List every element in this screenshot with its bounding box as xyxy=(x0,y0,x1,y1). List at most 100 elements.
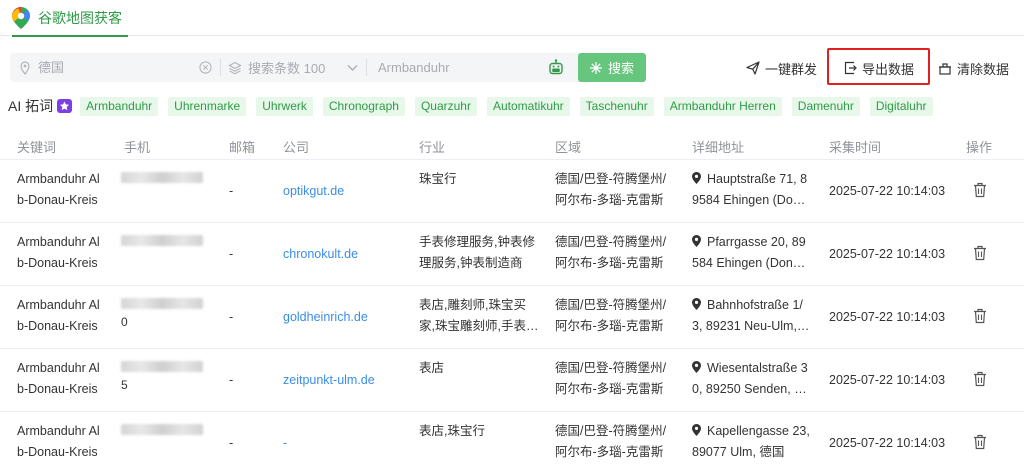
ai-tag[interactable]: Digitaluhr xyxy=(869,96,933,116)
location-pin-icon xyxy=(692,298,701,310)
header-actions: 操作 xyxy=(966,140,993,155)
keyword-line1: Armbanduhr Al xyxy=(17,298,100,312)
delete-trash-icon[interactable] xyxy=(973,308,987,324)
delete-trash-icon[interactable] xyxy=(973,371,987,387)
phone-visible-digit: 0 xyxy=(121,315,128,329)
keyword-line1: Armbanduhr Al xyxy=(17,424,100,438)
address-line2: 584 Ehingen (Donau) xyxy=(692,256,810,270)
send-icon xyxy=(746,61,760,75)
industry-line1: 珠宝行 xyxy=(419,172,457,186)
keyword-line2: b-Donau-Kreis xyxy=(17,382,98,396)
cell-industry: 手表修理服务,钟表修 理服务,钟表制造商 xyxy=(419,232,539,274)
cell-email: - xyxy=(229,184,234,198)
keyword-line1: Armbanduhr Al xyxy=(17,235,100,249)
ai-keyword-label: AI 拓词 xyxy=(8,98,54,114)
ai-robot-icon[interactable] xyxy=(548,59,564,76)
ai-tag[interactable]: Uhrwerk xyxy=(256,96,313,116)
header-keyword: 关键词 xyxy=(17,140,57,155)
keyword-field[interactable] xyxy=(366,53,576,82)
industry-line1: 表店,珠宝行 xyxy=(419,424,485,438)
keyword-input[interactable] xyxy=(378,60,528,75)
location-pin-icon xyxy=(692,361,701,373)
ai-tag[interactable]: Uhrenmarke xyxy=(168,96,247,116)
cell-email: - xyxy=(229,310,234,324)
region-line1: 德国/巴登-符腾堡州/ xyxy=(555,172,667,186)
delete-trash-icon[interactable] xyxy=(973,245,987,261)
phone-redacted-blur xyxy=(121,235,203,246)
cell-collect-time: 2025-07-22 10:14:03 xyxy=(829,436,946,450)
header-region: 区域 xyxy=(555,140,582,155)
ai-tag[interactable]: Damenuhr xyxy=(791,96,860,116)
delete-trash-icon[interactable] xyxy=(973,182,987,198)
search-button[interactable]: 搜索 xyxy=(578,53,646,82)
cell-address[interactable]: Hauptstraße 71, 8 9584 Ehingen (Donau) xyxy=(692,169,810,211)
clear-icon[interactable] xyxy=(199,61,212,74)
company-link[interactable]: goldheinrich.de xyxy=(283,307,368,328)
country-select[interactable] xyxy=(10,53,220,82)
cell-collect-time: 2025-07-22 10:14:03 xyxy=(829,373,946,387)
cell-address[interactable]: Bahnhofstraße 1/ 3, 89231 Neu-Ulm, 德国 xyxy=(692,295,810,337)
table-row: Armbanduhr Al b-Donau-Kreis - - 表店,珠宝行 德… xyxy=(0,412,1024,474)
export-data-label: 导出数据 xyxy=(862,61,915,77)
company-link[interactable]: - xyxy=(283,433,287,454)
cell-keyword: Armbanduhr Al b-Donau-Kreis xyxy=(17,421,112,463)
cell-phone xyxy=(121,424,211,441)
header-industry: 行业 xyxy=(419,140,446,155)
ai-tag[interactable]: Automatikuhr xyxy=(486,96,570,116)
app-tab-title: 谷歌地图获客 xyxy=(38,10,122,26)
cell-region: 德国/巴登-符腾堡州/ 阿尔布-多瑙-克雷斯 xyxy=(555,295,680,337)
address-line1: Kapellengasse 23, xyxy=(707,424,810,438)
cell-phone: 5 xyxy=(121,361,211,392)
table-row: Armbanduhr Al b-Donau-Kreis 0 - goldhein… xyxy=(0,286,1024,349)
company-link[interactable]: chronokult.de xyxy=(283,244,358,265)
clear-data-button[interactable]: 清除数据 xyxy=(938,58,1009,78)
mass-send-label: 一键群发 xyxy=(765,61,818,77)
ai-tag[interactable]: Chronograph xyxy=(322,96,405,116)
cell-collect-time: 2025-07-22 10:14:03 xyxy=(829,184,946,198)
cell-address[interactable]: Wiesentalstraße 3 0, 89250 Senden, 德国 xyxy=(692,358,810,400)
region-line2: 阿尔布-多瑙-克雷斯 xyxy=(555,319,664,333)
address-line1: Bahnhofstraße 1/ xyxy=(707,298,803,312)
ai-tag[interactable]: Armbanduhr xyxy=(80,96,159,116)
country-input[interactable] xyxy=(38,60,188,75)
region-line1: 德国/巴登-符腾堡州/ xyxy=(555,298,667,312)
table-row: Armbanduhr Al b-Donau-Kreis 5 - zeitpunk… xyxy=(0,349,1024,412)
ai-tag[interactable]: Quarzuhr xyxy=(414,96,477,116)
cell-keyword: Armbanduhr Al b-Donau-Kreis xyxy=(17,169,112,211)
table-row: Armbanduhr Al b-Donau-Kreis - chronokult… xyxy=(0,223,1024,286)
region-line2: 阿尔布-多瑙-克雷斯 xyxy=(555,382,664,396)
ai-star-badge-icon xyxy=(57,99,73,113)
ai-keyword-row: AI 拓词 Armbanduhr Uhrenmarke Uhrwerk Chro… xyxy=(8,96,943,116)
industry-line2: 家,珠宝雕刻师,手表修理 xyxy=(419,319,539,333)
address-line1-wrap: Pfarrgasse 20, 89 xyxy=(692,232,810,253)
keyword-line1: Armbanduhr Al xyxy=(17,361,100,375)
company-link[interactable]: zeitpunkt-ulm.de xyxy=(283,370,375,391)
search-bar: 搜索条数 100 xyxy=(10,53,646,82)
ai-tag[interactable]: Armbanduhr Herren xyxy=(663,96,782,116)
tab-google-maps-leads[interactable]: 谷歌地图获客 xyxy=(12,0,128,37)
address-line2: 9584 Ehingen (Donau) xyxy=(692,193,810,207)
chevron-down-icon xyxy=(347,65,358,71)
export-data-button[interactable]: 导出数据 xyxy=(843,58,914,78)
industry-line1: 手表修理服务,钟表修 xyxy=(419,235,535,249)
region-line2: 阿尔布-多瑙-克雷斯 xyxy=(555,445,664,459)
mass-send-button[interactable]: 一键群发 xyxy=(746,58,817,78)
address-line1-wrap: Hauptstraße 71, 8 xyxy=(692,169,810,190)
cell-address[interactable]: Kapellengasse 23, 89077 Ulm, 德国 xyxy=(692,421,810,463)
company-link[interactable]: optikgut.de xyxy=(283,181,344,202)
header-company: 公司 xyxy=(283,140,310,155)
address-line1-wrap: Kapellengasse 23, xyxy=(692,421,810,442)
keyword-line2: b-Donau-Kreis xyxy=(17,445,98,459)
clear-data-label: 清除数据 xyxy=(957,61,1010,77)
industry-line1: 表店,雕刻师,珠宝买 xyxy=(419,298,526,312)
ai-tag[interactable]: Taschenuhr xyxy=(579,96,654,116)
delete-trash-icon[interactable] xyxy=(973,434,987,450)
phone-visible-digit: 5 xyxy=(121,378,128,392)
cell-industry: 表店 xyxy=(419,358,539,379)
result-count-select[interactable]: 搜索条数 100 xyxy=(220,53,366,82)
cell-address[interactable]: Pfarrgasse 20, 89 584 Ehingen (Donau) xyxy=(692,232,810,274)
active-tab-indicator xyxy=(12,35,128,37)
clear-data-icon xyxy=(939,63,951,75)
cell-region: 德国/巴登-符腾堡州/ 阿尔布-多瑙-克雷斯 xyxy=(555,421,680,463)
cell-email: - xyxy=(229,373,234,387)
